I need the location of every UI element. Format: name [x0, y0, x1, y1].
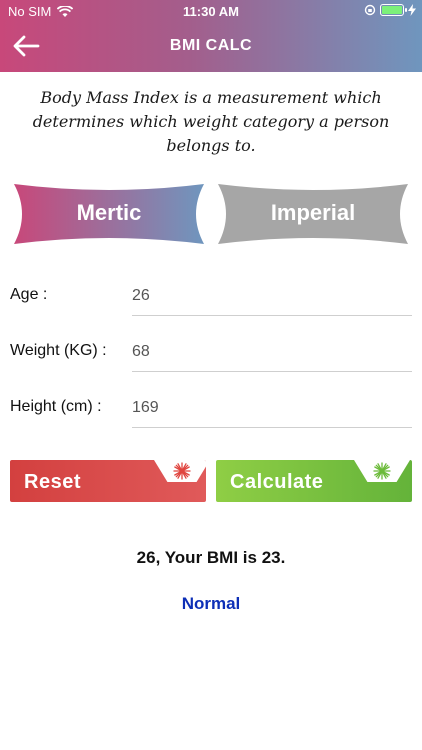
status-bar: No SIM 11:30 AM	[0, 0, 422, 22]
battery-icon	[380, 4, 407, 16]
weight-label: Weight (KG) :	[10, 342, 107, 359]
age-input[interactable]	[132, 276, 412, 316]
bmi-category: Normal	[181, 594, 241, 613]
height-label: Height (cm) :	[10, 398, 102, 415]
weight-row: Weight (KG) :	[10, 332, 412, 372]
charging-bolt-icon	[408, 4, 416, 16]
weight-input[interactable]	[132, 332, 412, 372]
height-row: Height (cm) :	[10, 388, 412, 428]
app-header: No SIM 11:30 AM BMI CALC	[0, 0, 422, 72]
tab-imperial-label: Imperial	[270, 200, 356, 225]
calculate-button[interactable]: Calculate	[216, 460, 412, 502]
bmi-result: 26, Your BMI is 23.	[136, 548, 286, 567]
sparkle-icon	[173, 462, 191, 480]
sparkle-icon	[373, 462, 391, 480]
tab-imperial[interactable]: Imperial	[218, 182, 408, 246]
calculate-button-label: Calculate	[230, 471, 324, 493]
rotation-lock-icon	[364, 4, 376, 16]
tab-metric[interactable]: Mertic	[14, 182, 204, 246]
reset-button[interactable]: Reset	[10, 460, 206, 502]
nav-bar: BMI CALC	[0, 24, 422, 70]
height-input[interactable]	[132, 388, 412, 428]
page-title: BMI CALC	[169, 37, 253, 54]
status-time: 11:30 AM	[183, 4, 239, 19]
tab-metric-label: Mertic	[76, 200, 142, 225]
age-label: Age :	[10, 286, 48, 303]
age-row: Age :	[10, 276, 412, 316]
reset-button-label: Reset	[24, 471, 81, 493]
bmi-description: Body Mass Index is a measurement which d…	[32, 88, 390, 155]
